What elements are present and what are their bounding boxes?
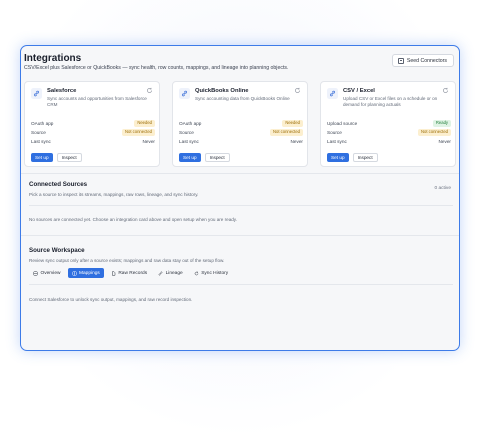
card-description: Sync accounts and opportunities from Sal… [47,96,147,107]
card-row: OAuth app Needed [179,119,303,128]
connected-sources-section: Connected Sources Pick a source to inspe… [21,174,459,234]
row-label: Source [327,130,342,135]
row-value: Never [142,139,155,144]
integration-card-quickbooks: QuickBooks Online Sync accounting data f… [172,81,308,167]
refresh-icon[interactable] [146,87,153,94]
card-row: Last sync Never [327,137,451,146]
inspect-button[interactable]: Inspect [56,153,82,162]
card-name: CSV / Excel [343,88,375,94]
history-icon [194,271,198,275]
integrations-window: Integrations CSV/Excel plus Salesforce o… [20,45,460,351]
setup-button[interactable]: Set up [327,153,349,162]
status-badge: Not connected [269,129,303,136]
tab-sync-history[interactable]: Sync History [190,268,232,278]
tab-lineage[interactable]: Lineage [154,268,187,278]
mappings-icon [72,271,76,275]
lineage-icon [158,271,163,275]
refresh-icon[interactable] [294,87,301,94]
setup-button[interactable]: Set up [179,153,201,162]
card-description: Sync accounting data from QuickBooks Onl… [195,96,290,101]
row-label: Source [31,130,46,135]
records-icon [111,271,116,275]
row-label: OAuth app [179,121,202,126]
page-header: Integrations CSV/Excel plus Salesforce o… [21,46,459,78]
tab-label: Sync History [201,270,229,276]
empty-state-text: No sources are connected yet. Choose an … [29,217,238,222]
card-row: Upload source Ready [327,119,451,128]
connected-sources-description: Pick a source to inspect its streams, ma… [29,192,199,197]
integration-card-csv-excel: CSV / Excel Upload CSV or Excel files on… [320,81,456,167]
row-label: Source [179,130,194,135]
row-label: Last sync [31,139,51,144]
inspect-button[interactable]: Inspect [204,153,230,162]
row-label: Upload source [327,121,358,126]
status-badge: Needed [282,120,303,127]
card-row: Source Not connected [31,128,155,137]
workspace-note: Connect Salesforce to unlock sync output… [29,297,193,302]
tab-mappings[interactable]: Mappings [67,268,104,278]
tab-overview[interactable]: Overview [29,268,65,278]
section-divider [21,235,459,236]
tab-label: Overview [40,270,61,276]
card-name: Salesforce [47,88,77,94]
connected-sources-title: Connected Sources [29,181,88,188]
overview-icon [33,271,38,275]
card-row: Last sync Never [31,137,155,146]
link-icon [179,88,190,99]
status-badge: Not connected [121,129,155,136]
source-workspace-title: Source Workspace [29,247,85,254]
status-badge: Ready [432,120,451,127]
inspect-button[interactable]: Inspect [352,153,378,162]
seed-connectors-label: Seed Connectors [406,57,447,64]
row-label: Last sync [179,139,199,144]
inner-divider [29,284,453,285]
row-label: Last sync [327,139,347,144]
card-row: Source Not connected [179,128,303,137]
row-value: Never [290,139,303,144]
link-icon [327,88,338,99]
status-badge: Not connected [417,129,451,136]
page-subtitle: CSV/Excel plus Salesforce or QuickBooks … [24,65,289,71]
database-icon [397,57,404,64]
setup-button[interactable]: Set up [31,153,53,162]
row-value: Never [438,139,451,144]
card-row: Last sync Never [179,137,303,146]
status-badge: Needed [134,120,155,127]
row-label: OAuth app [31,121,54,126]
integration-cards: Salesforce Sync accounts and opportuniti… [24,81,459,169]
integration-card-salesforce: Salesforce Sync accounts and opportuniti… [24,81,160,167]
card-description: Upload CSV or Excel files on a schedule … [343,96,438,107]
tab-label: Raw Records [118,270,148,276]
active-count: 0 active [434,186,451,191]
tab-label: Lineage [165,270,183,276]
source-workspace-section: Source Workspace Review sync output only… [21,240,459,350]
link-icon [31,88,42,99]
page-title: Integrations [24,53,82,64]
card-row: OAuth app Needed [31,119,155,128]
source-workspace-description: Review sync output only after a source e… [29,258,225,263]
tab-label: Mappings [79,270,100,276]
seed-connectors-button[interactable]: Seed Connectors [391,54,454,67]
workspace-tabs: Overview Mappings Raw Records Lineage Sy… [29,268,232,278]
card-name: QuickBooks Online [195,88,249,94]
card-row: Source Not connected [327,128,451,137]
tab-raw-records[interactable]: Raw Records [107,268,151,278]
inner-divider [29,205,453,206]
refresh-icon[interactable] [442,87,449,94]
